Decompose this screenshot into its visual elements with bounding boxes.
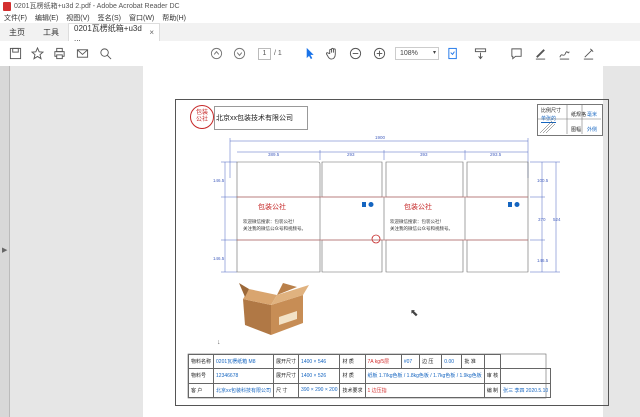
table-cell: 12346678 xyxy=(213,368,275,384)
table-cell xyxy=(483,353,502,370)
corner-label-paper: 纸规格 xyxy=(571,112,587,118)
highlight-pen-icon[interactable] xyxy=(533,46,547,60)
menu-sign[interactable]: 签名(S) xyxy=(98,13,121,23)
page-number-input[interactable]: 1 xyxy=(258,48,271,60)
page-indicator: 1/ 1 xyxy=(258,48,282,60)
print-icon[interactable] xyxy=(52,46,66,60)
table-row: 物料名称 0201瓦楞纸箱 M8 展开尺寸 1400 × 546 材 质 7A … xyxy=(187,353,551,370)
cardboard-box-illustration xyxy=(239,283,309,335)
fill-sign-icon[interactable] xyxy=(581,46,595,60)
arrow-down-left-icon: ↓ xyxy=(217,339,221,346)
table-cell: 纸板 1.7/kg色板 / 1.8kg色板 / 1.7kg色板 / 1.9kg色… xyxy=(364,368,485,384)
menu-help[interactable]: 帮助(H) xyxy=(162,13,186,23)
save-icon[interactable] xyxy=(8,46,22,60)
menu-view[interactable]: 视图(V) xyxy=(66,13,89,23)
corner-label-sheet: 图幅 xyxy=(571,127,582,133)
corner-value-scale: 单张的 xyxy=(541,116,557,123)
toolbar: 1/ 1 108% ▾ xyxy=(0,41,640,67)
table-cell: 物料号 xyxy=(187,368,215,384)
search-icon[interactable] xyxy=(98,46,112,60)
table-cell: 材 质 xyxy=(339,353,366,370)
table-cell: #07 xyxy=(400,353,420,370)
zoom-in-icon[interactable] xyxy=(372,46,386,60)
table-cell: 0.00 xyxy=(441,353,463,370)
menu-window[interactable]: 窗口(W) xyxy=(129,13,154,23)
table-cell: 编 制 xyxy=(483,382,502,399)
email-icon[interactable] xyxy=(75,46,89,60)
mouse-cursor-icon: ⬉ xyxy=(410,308,419,319)
tab-document-label: 0201瓦楞纸箱+u3d ... xyxy=(74,23,142,43)
page-total: / 1 xyxy=(274,50,282,57)
tab-home[interactable]: 主页 xyxy=(0,24,34,41)
table-cell xyxy=(500,368,552,384)
table-row: 物料号 12346678 展开尺寸 1400 × 526 材 质 纸板 1.7/… xyxy=(187,368,552,384)
zoom-value: 108% xyxy=(400,50,418,57)
logo-line-2: 公社 xyxy=(195,117,208,123)
zoom-select[interactable]: 108% ▾ xyxy=(395,47,439,60)
table-cell: 审 核 xyxy=(483,368,502,384)
table-cell: 张三 李四 2020.5.10 xyxy=(500,382,552,399)
table-cell: 边 压 xyxy=(418,353,443,370)
tab-document[interactable]: 0201瓦楞纸箱+u3d ... × xyxy=(68,23,160,43)
table-cell: 1 边压指 xyxy=(364,382,485,399)
menu-edit[interactable]: 编辑(E) xyxy=(35,13,58,23)
corner-value-paper: 毫米 xyxy=(587,112,598,118)
chevron-right-icon: ▶ xyxy=(2,247,8,254)
select-cursor-icon[interactable] xyxy=(302,46,316,60)
tab-tools[interactable]: 工具 xyxy=(34,24,68,41)
table-cell: 材 质 xyxy=(339,368,366,384)
menu-file[interactable]: 文件(F) xyxy=(4,13,27,23)
table-cell: 展开尺寸 xyxy=(273,353,300,370)
table-cell: 尺 寸 xyxy=(273,382,300,399)
table-cell: 0201瓦楞纸箱 M8 xyxy=(213,353,275,370)
corner-value-sheet: 外侧 xyxy=(587,127,598,133)
logo-line-1: 包装 xyxy=(195,110,208,116)
sign-icon[interactable] xyxy=(557,46,571,60)
table-cell: 批 准 xyxy=(461,353,485,370)
brand-logo: 包装 公社 xyxy=(190,105,214,129)
table-cell: 1400 × 546 xyxy=(298,353,341,370)
chevron-down-icon: ▾ xyxy=(432,50,436,56)
star-icon[interactable] xyxy=(30,46,44,60)
title-block-table: 物料名称 0201瓦楞纸箱 M8 展开尺寸 1400 × 546 材 质 7A … xyxy=(187,353,552,399)
zoom-out-icon[interactable] xyxy=(348,46,362,60)
acrobat-pdf-icon xyxy=(3,1,11,11)
table-cell: 7A kg/5层 xyxy=(364,353,402,370)
table-cell: 客 户 xyxy=(187,382,215,399)
title-bar: 0201瓦楞纸箱+u3d 2.pdf - Adobe Acrobat Reade… xyxy=(0,0,640,12)
table-cell: 物料名称 xyxy=(187,353,215,370)
previous-page-icon[interactable] xyxy=(209,46,223,60)
table-cell: 北京xx包装科技有限公司 xyxy=(213,382,275,399)
table-row: 客 户 北京xx包装科技有限公司 尺 寸 390 × 290 × 200 技术要… xyxy=(187,382,552,399)
menu-bar: 文件(F) 编辑(E) 视图(V) 签名(S) 窗口(W) 帮助(H) xyxy=(0,12,640,23)
comment-icon[interactable] xyxy=(509,46,523,60)
company-name: 北京xx包装技术有限公司 xyxy=(216,115,293,122)
corner-info-box: 比例尺寸 单张的 纸规格 毫米 图幅 外侧 xyxy=(537,104,603,136)
hand-tool-icon[interactable] xyxy=(325,46,339,60)
window-title: 0201瓦楞纸箱+u3d 2.pdf - Adobe Acrobat Reade… xyxy=(14,3,180,10)
table-cell: 1400 × 526 xyxy=(298,368,341,384)
page-fit-icon[interactable] xyxy=(446,46,460,60)
table-cell: 390 × 290 × 200 xyxy=(298,382,341,399)
close-tab-icon[interactable]: × xyxy=(149,28,154,37)
left-panel-toggle[interactable]: ▶ xyxy=(0,66,10,417)
tab-bar: 主页 工具 0201瓦楞纸箱+u3d ... × xyxy=(0,23,640,43)
corner-label-scale: 比例尺寸 xyxy=(541,108,562,114)
table-cell: 展开尺寸 xyxy=(273,368,300,384)
next-page-icon[interactable] xyxy=(232,46,246,60)
table-cell: 技术要求 xyxy=(339,382,366,399)
scroll-mode-icon[interactable] xyxy=(473,46,487,60)
